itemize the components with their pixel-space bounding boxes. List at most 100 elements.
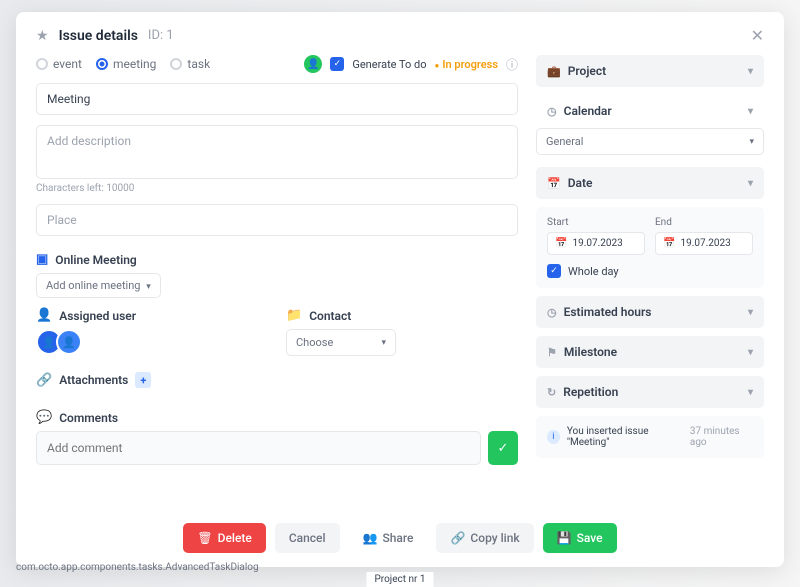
- start-date-input[interactable]: 📅 19.07.2023: [547, 232, 645, 255]
- activity-text: You inserted issue "Meeting": [567, 426, 683, 448]
- copy-link-button[interactable]: 🔗 Copy link: [436, 523, 533, 553]
- chevron-down-icon: ▾: [748, 106, 753, 117]
- comments-title: Comments: [59, 411, 118, 425]
- save-label: Save: [577, 531, 603, 545]
- title-input[interactable]: [36, 83, 518, 115]
- assigned-user-title: Assigned user: [59, 309, 136, 323]
- calendar-select[interactable]: General ▾: [536, 128, 764, 155]
- type-meeting-radio[interactable]: meeting: [96, 57, 156, 71]
- status-badge[interactable]: In progress: [435, 58, 498, 71]
- copy-label: Copy link: [470, 531, 519, 545]
- date-accordion[interactable]: 📅 Date ▾: [536, 167, 764, 199]
- chars-left-label: Characters left: 10000: [36, 183, 518, 194]
- start-date-col: Start 📅 19.07.2023: [547, 217, 645, 255]
- bottom-project-label: Project nr 1: [367, 572, 434, 587]
- type-task-radio[interactable]: task: [170, 57, 210, 71]
- add-online-meeting-button[interactable]: Add online meeting ▾: [36, 273, 161, 298]
- info-icon[interactable]: ⓘ: [506, 56, 518, 73]
- clock-icon: ◷: [547, 306, 557, 319]
- chevron-down-icon: ▾: [749, 137, 754, 147]
- date-title: Date: [568, 176, 593, 190]
- modal-body: event meeting task 👤 ✓ Generate To do In…: [16, 55, 784, 509]
- repetition-accordion[interactable]: ↻ Repetition ▾: [536, 376, 764, 408]
- user-avatar-icon: 👤: [304, 55, 322, 73]
- add-online-meeting-label: Add online meeting: [46, 279, 140, 292]
- description-textarea[interactable]: [36, 125, 518, 179]
- issue-details-modal: ★ Issue details ID: 1 ✕ event meeting ta…: [16, 12, 784, 567]
- folder-icon: 📁: [286, 308, 302, 323]
- attachments-section: 🔗 Attachments +: [36, 372, 518, 394]
- save-button[interactable]: 💾 Save: [543, 523, 617, 553]
- calendar-icon: 📅: [663, 238, 675, 249]
- share-label: Share: [383, 531, 414, 545]
- assigned-avatars: 👤 👤: [36, 329, 268, 355]
- info-icon: i: [547, 430, 560, 444]
- end-date-value: 19.07.2023: [680, 238, 730, 249]
- avatar-2[interactable]: 👤: [56, 329, 82, 355]
- chevron-down-icon: ▾: [146, 282, 151, 292]
- end-date-col: End 📅 19.07.2023: [655, 217, 753, 255]
- whole-day-checkbox[interactable]: ✓: [547, 264, 561, 278]
- issue-id: ID: 1: [148, 28, 174, 43]
- save-icon: 💾: [557, 531, 572, 545]
- milestone-accordion[interactable]: ⚑ Milestone ▾: [536, 336, 764, 368]
- right-column: 💼 Project ▾ ◷ Calendar ▾ General ▾ 📅 Dat…: [536, 55, 764, 509]
- whole-day-label: Whole day: [568, 265, 619, 278]
- estimated-hours-accordion[interactable]: ◷ Estimated hours ▾: [536, 296, 764, 328]
- star-icon[interactable]: ★: [36, 28, 49, 44]
- generate-todo-checkbox[interactable]: ✓: [330, 57, 344, 71]
- calendar-icon: 📅: [555, 238, 567, 249]
- radio-circle-icon: [36, 58, 48, 70]
- share-button[interactable]: 👥 Share: [349, 523, 428, 553]
- contact-title: Contact: [309, 309, 351, 323]
- delete-label: Delete: [218, 531, 252, 545]
- comment-input[interactable]: [36, 431, 481, 465]
- start-date-value: 19.07.2023: [572, 238, 622, 249]
- chevron-down-icon: ▾: [381, 338, 386, 348]
- type-event-radio[interactable]: event: [36, 57, 82, 71]
- calendar-title: Calendar: [564, 104, 612, 118]
- calendar-value: General: [546, 135, 583, 148]
- issue-type-row: event meeting task 👤 ✓ Generate To do In…: [36, 55, 518, 73]
- contact-select[interactable]: Choose ▾: [286, 329, 396, 356]
- type-meeting-label: meeting: [113, 57, 156, 71]
- comment-icon: 💬: [36, 410, 52, 425]
- radio-circle-icon: [170, 58, 182, 70]
- repetition-label: Repetition: [563, 385, 618, 399]
- delete-button[interactable]: 🗑 Delete: [183, 523, 265, 553]
- comments-section: 💬 Comments ✓: [36, 410, 518, 465]
- trash-icon: 🗑: [197, 531, 212, 545]
- chevron-down-icon: ▾: [748, 307, 753, 318]
- cancel-button[interactable]: Cancel: [275, 523, 340, 553]
- calendar-accordion[interactable]: ◷ Calendar ▾: [536, 95, 764, 120]
- add-attachment-button[interactable]: +: [135, 372, 151, 388]
- type-task-label: task: [187, 57, 210, 71]
- close-icon[interactable]: ✕: [751, 26, 764, 45]
- project-accordion[interactable]: 💼 Project ▾: [536, 55, 764, 87]
- generate-todo-label: Generate To do: [352, 58, 426, 71]
- radio-circle-icon: [96, 58, 108, 70]
- activity-log: i You inserted issue "Meeting" 37 minute…: [536, 416, 764, 458]
- contact-select-label: Choose: [296, 336, 333, 349]
- video-icon: ▣: [36, 252, 48, 267]
- chevron-down-icon: ▾: [748, 387, 753, 398]
- whole-day-row: ✓ Whole day: [547, 264, 753, 278]
- type-row-right: 👤 ✓ Generate To do In progress ⓘ: [304, 55, 518, 73]
- repeat-icon: ↻: [547, 386, 556, 399]
- start-label: Start: [547, 217, 645, 228]
- left-column: event meeting task 👤 ✓ Generate To do In…: [36, 55, 518, 509]
- clock-icon: ◷: [547, 105, 557, 118]
- attachments-title: Attachments: [59, 373, 128, 387]
- end-date-input[interactable]: 📅 19.07.2023: [655, 232, 753, 255]
- paperclip-icon: 🔗: [36, 373, 52, 388]
- calendar-icon: 📅: [547, 177, 561, 190]
- milestone-label: Milestone: [564, 345, 617, 359]
- user-icon: 👤: [36, 308, 52, 323]
- place-input[interactable]: [36, 204, 518, 236]
- comment-send-button[interactable]: ✓: [488, 431, 518, 465]
- assigned-user-section: 👤 Assigned user 👤 👤: [36, 308, 268, 356]
- contact-header: 📁 Contact: [286, 308, 518, 323]
- type-event-label: event: [53, 57, 82, 71]
- chevron-down-icon: ▾: [748, 66, 753, 77]
- online-meeting-section: ▣ Online Meeting Add online meeting ▾: [36, 252, 518, 298]
